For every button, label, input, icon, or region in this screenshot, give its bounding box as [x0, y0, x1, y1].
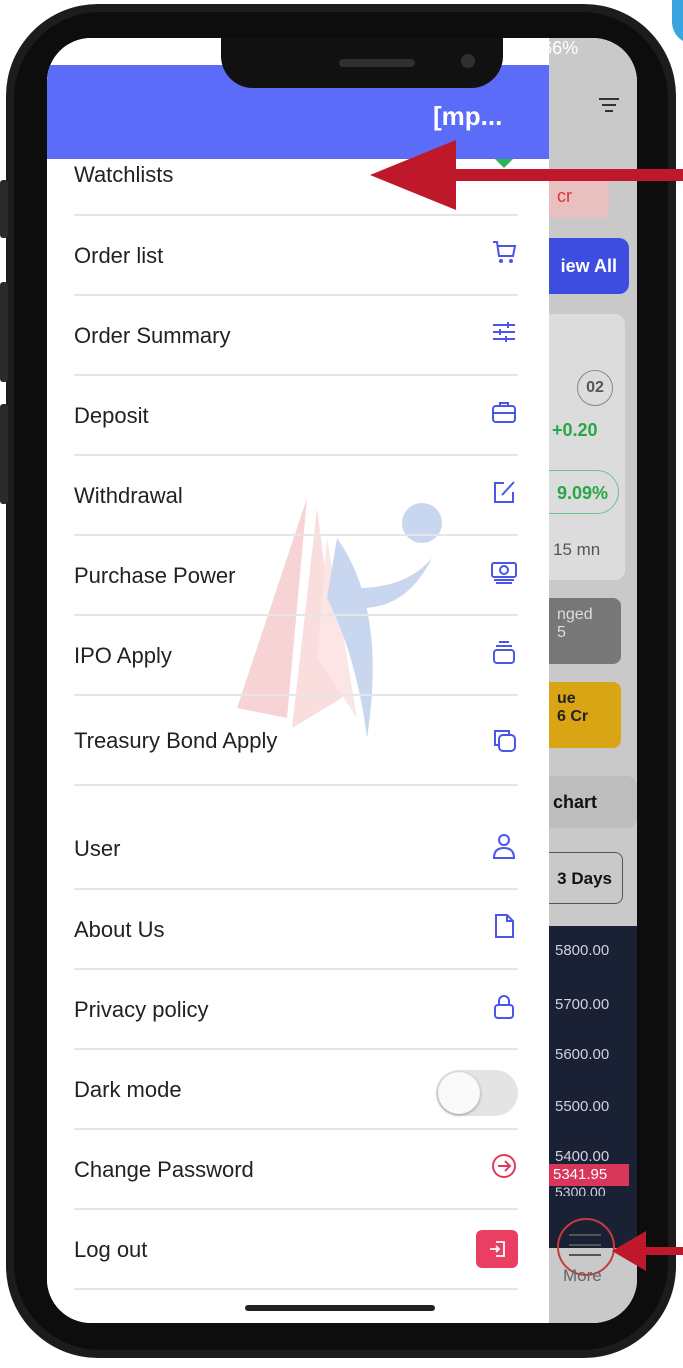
annotation-arrow-more — [612, 1231, 683, 1271]
user-icon — [492, 834, 516, 859]
menu-item-label: Treasury Bond Apply — [74, 728, 278, 753]
bg-value: 6 Cr — [557, 708, 589, 725]
copy-icon — [494, 730, 516, 752]
menu-item-label: Order Summary — [74, 323, 231, 348]
menu-item-log-out[interactable]: Log out — [74, 1210, 518, 1290]
menu-item-treasury-bond-apply[interactable]: Treasury Bond Apply — [74, 696, 518, 786]
toggle-knob — [438, 1072, 480, 1114]
corner-decoration — [672, 0, 683, 44]
more-label[interactable]: More — [563, 1266, 602, 1286]
menu-item-label: User — [74, 836, 121, 861]
document-icon — [495, 914, 514, 938]
stack-icon — [493, 641, 515, 664]
menu-item-label: About Us — [74, 917, 165, 942]
bg-price-tick: 5500.00 — [555, 1098, 610, 1115]
menu-item-order-summary[interactable]: Order Summary — [74, 296, 518, 376]
camera-notch — [221, 38, 503, 88]
menu-item-label: Log out — [74, 1237, 148, 1262]
menu-icon[interactable] — [569, 1234, 601, 1258]
bg-duration: 15 mn — [553, 540, 601, 559]
menu-item-ipo-apply[interactable]: IPO Apply — [74, 616, 518, 696]
briefcase-icon — [492, 402, 516, 423]
bg-value-label: ue — [557, 690, 576, 707]
bg-price-tick: 5300.00 — [555, 1184, 606, 1196]
menu-item-label: Privacy policy — [74, 997, 209, 1022]
drawer-title: [mp... — [433, 101, 503, 131]
menu-item-order-list[interactable]: Order list — [74, 216, 518, 296]
menu-item-user[interactable]: User — [74, 806, 518, 890]
bg-change: +0.20 — [552, 420, 598, 440]
menu-item-dark-mode[interactable]: Dark mode — [74, 1050, 518, 1130]
menu-item-deposit[interactable]: Deposit — [74, 376, 518, 456]
bg-price-tick: 5600.00 — [555, 1046, 610, 1063]
banknote-icon — [491, 562, 517, 584]
menu-item-label: Dark mode — [74, 1077, 182, 1102]
cart-icon — [493, 241, 517, 263]
menu-item-about-us[interactable]: About Us — [74, 890, 518, 970]
status-battery: ll ◯66% — [509, 38, 579, 58]
lock-icon — [494, 995, 514, 1019]
bg-badge: 02 — [577, 370, 613, 406]
phone-side-button — [0, 180, 8, 238]
menu-item-label: Deposit — [74, 403, 149, 428]
sliders-icon — [493, 322, 515, 342]
bg-price-tick: 5700.00 — [555, 996, 610, 1013]
annotation-arrow-watchlists — [370, 140, 683, 210]
menu-item-change-password[interactable]: Change Password — [74, 1130, 518, 1210]
phone-volume-up — [0, 282, 8, 382]
arrow-right-circle-icon — [492, 1154, 516, 1178]
filter-icon[interactable] — [599, 98, 619, 114]
phone-volume-down — [0, 404, 8, 504]
edit-icon — [494, 481, 515, 503]
bg-price-tick: 5800.00 — [555, 942, 610, 959]
menu-item-label: Order list — [74, 243, 164, 268]
dark-mode-toggle[interactable] — [436, 1070, 518, 1116]
logout-icon[interactable] — [476, 1230, 518, 1268]
menu-item-label: Change Password — [74, 1157, 254, 1182]
bg-price-tick: 5400.00 — [555, 1148, 610, 1165]
menu-item-label: IPO Apply — [74, 643, 172, 668]
menu-item-label: Purchase Power — [74, 563, 236, 588]
menu-item-label: Withdrawal — [74, 483, 183, 508]
bg-current-price: 5341.95 — [547, 1164, 629, 1186]
phone-screen: cr iew All 02 +0.20 9.09% 15 mn nged 5 u… — [47, 38, 637, 1323]
navigation-drawer: [mp... Watchlists Order list Order Summa… — [47, 38, 549, 1323]
status-time: 1:2 — [147, 38, 173, 58]
home-indicator — [245, 1305, 435, 1311]
menu-item-purchase-power[interactable]: Purchase Power — [74, 536, 518, 616]
menu-item-withdrawal[interactable]: Withdrawal — [74, 456, 518, 536]
menu-item-privacy-policy[interactable]: Privacy policy — [74, 970, 518, 1050]
